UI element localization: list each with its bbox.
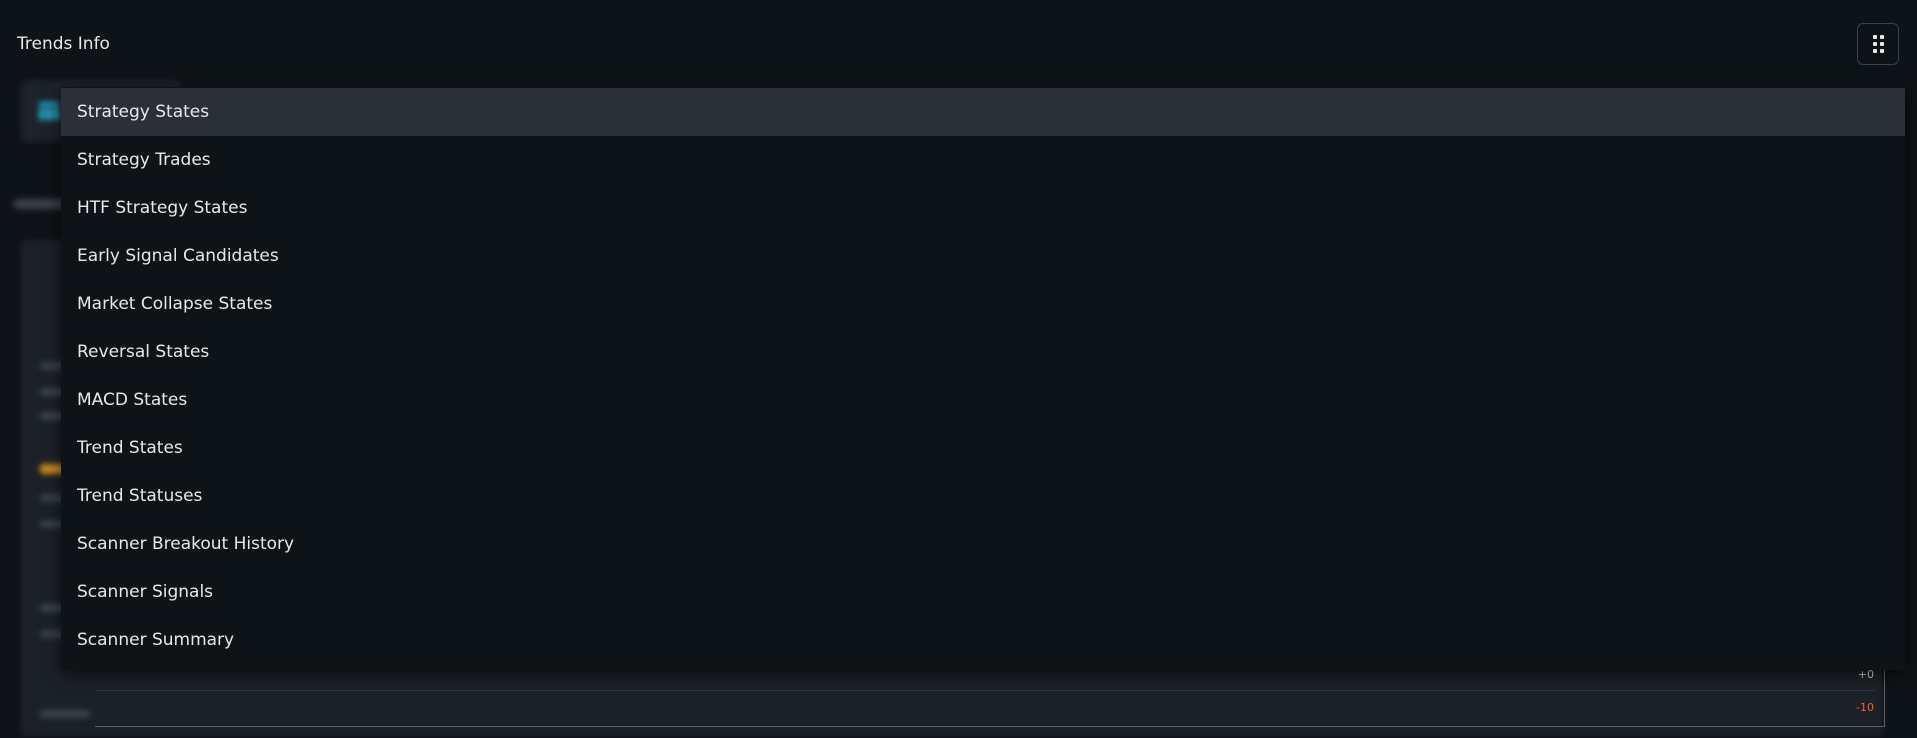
view-menu-button[interactable] [1857,23,1899,65]
chart-frame [95,668,1885,727]
view-dropdown-menu: Strategy States Strategy Trades HTF Stra… [61,87,1905,670]
menu-item-reversal-states[interactable]: Reversal States [61,328,1905,376]
menu-item-scanner-breakout-history[interactable]: Scanner Breakout History [61,520,1905,568]
menu-item-strategy-trades[interactable]: Strategy Trades [61,136,1905,184]
menu-item-strategy-states[interactable]: Strategy States [61,88,1905,136]
tick-label-negative: -10 [1856,701,1874,714]
table-icon [39,102,59,120]
menu-item-trend-states[interactable]: Trend States [61,424,1905,472]
menu-item-scanner-signals[interactable]: Scanner Signals [61,568,1905,616]
trends-info-page: +0 -10 Trends Info Strategy States Strat… [0,0,1917,738]
menu-item-htf-strategy-states[interactable]: HTF Strategy States [61,184,1905,232]
menu-item-macd-states[interactable]: MACD States [61,376,1905,424]
menu-item-early-signal-candidates[interactable]: Early Signal Candidates [61,232,1905,280]
dots-grid-icon [1872,35,1884,53]
menu-item-trend-statuses[interactable]: Trend Statuses [61,472,1905,520]
row-placeholder [40,710,90,718]
menu-item-market-collapse-states[interactable]: Market Collapse States [61,280,1905,328]
chart-zero-line [95,690,1875,691]
page-title: Trends Info [17,34,110,54]
menu-item-scanner-summary[interactable]: Scanner Summary [61,616,1905,664]
